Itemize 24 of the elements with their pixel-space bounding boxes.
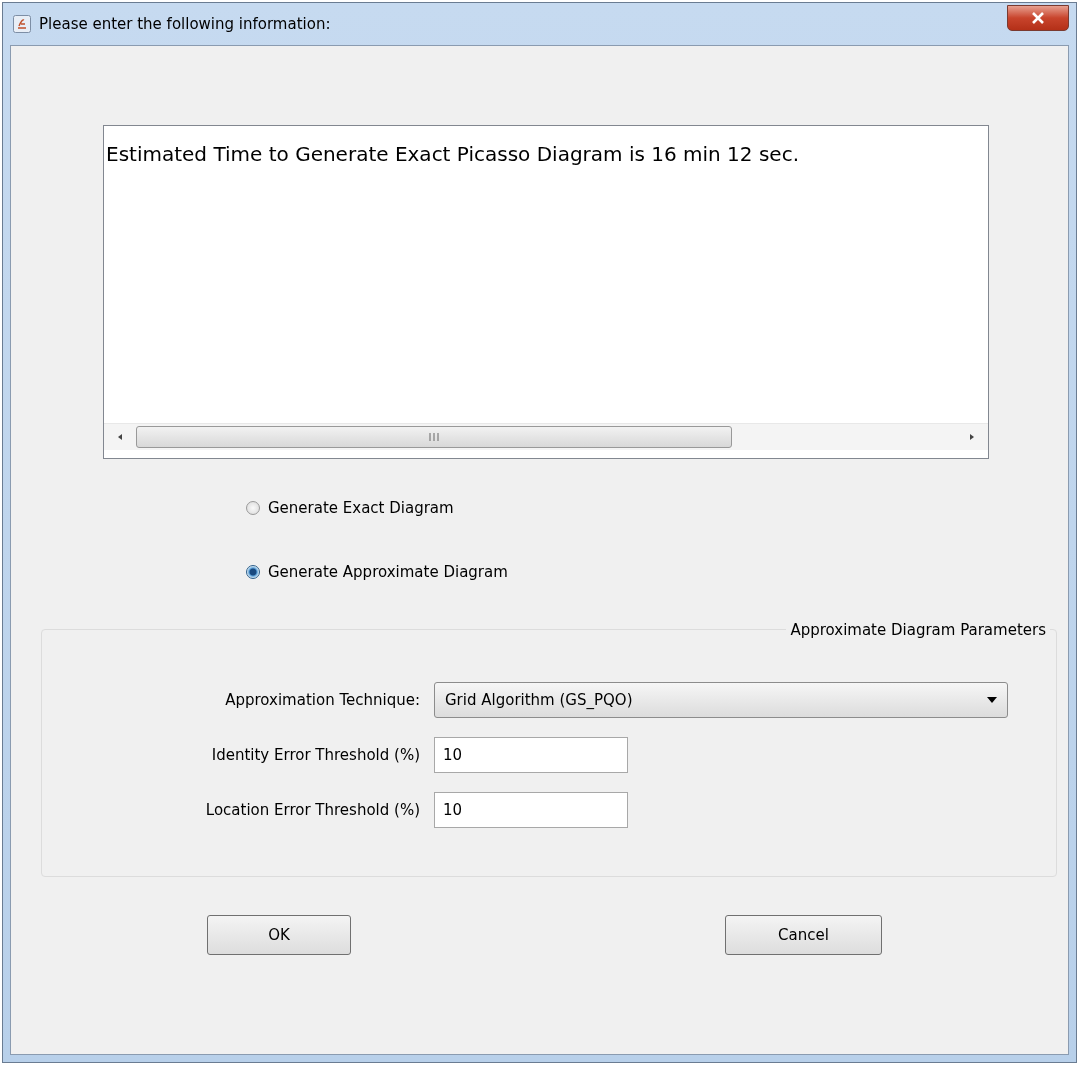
field-label: Identity Error Threshold (%) bbox=[210, 746, 421, 764]
scrollbar-thumb[interactable] bbox=[136, 426, 732, 448]
close-button[interactable] bbox=[1007, 5, 1069, 31]
radio-option[interactable]: Generate Exact Diagram bbox=[246, 499, 1068, 517]
technique-dropdown[interactable]: Grid Algorithm (GS_PQO) bbox=[434, 682, 1008, 718]
radio-button[interactable] bbox=[246, 565, 260, 579]
caret-icon bbox=[987, 697, 997, 703]
message-text: Estimated Time to Generate Exact Picasso Diagram is 16 min 12 sec. bbox=[105, 141, 800, 168]
cancel-button[interactable]: Cancel bbox=[725, 915, 882, 955]
right-arrow-icon[interactable] bbox=[968, 433, 976, 441]
field-label: Location Error Threshold (%) bbox=[204, 801, 421, 819]
grip-icon bbox=[429, 433, 439, 441]
panel-title: Approximate Diagram Parameters bbox=[786, 621, 1050, 639]
field-label: Approximation Technique: bbox=[224, 691, 421, 709]
horizontal-scrollbar[interactable] bbox=[104, 423, 988, 450]
ok-button[interactable]: OK bbox=[207, 915, 351, 955]
left-arrow-icon[interactable] bbox=[116, 433, 124, 441]
radio-button[interactable] bbox=[246, 501, 260, 515]
app-icon bbox=[13, 15, 31, 33]
input-field[interactable]: 10 bbox=[434, 737, 628, 773]
close-icon bbox=[1031, 12, 1045, 24]
radio-option[interactable]: Generate Approximate Diagram bbox=[246, 563, 1068, 581]
window-title: Please enter the following information: bbox=[39, 15, 331, 33]
input-field[interactable]: 10 bbox=[434, 792, 628, 828]
